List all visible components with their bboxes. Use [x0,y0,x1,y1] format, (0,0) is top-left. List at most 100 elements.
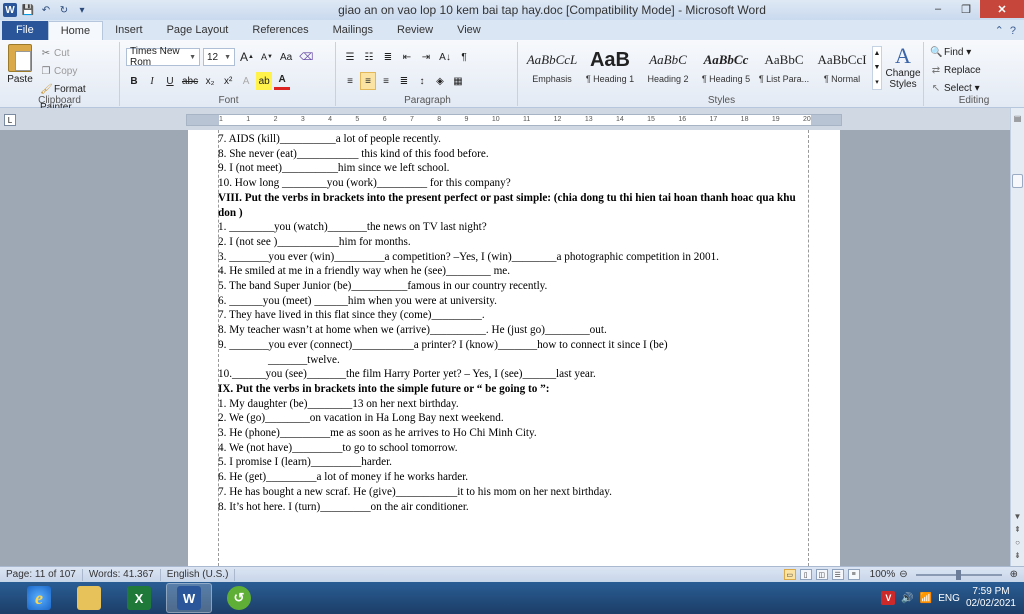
styles-gallery-scroll[interactable]: ▲ ▼ ▾ [872,46,882,90]
replace-button[interactable]: ⇄ Replace [930,62,981,80]
chevron-down-icon[interactable]: ▼ [874,64,881,71]
draft-view-icon[interactable]: ≡ [847,569,860,580]
tab-home[interactable]: Home [47,21,104,40]
zoom-level[interactable]: 100% [870,569,896,580]
text-effects-icon[interactable]: A [238,72,254,90]
print-layout-view-icon[interactable]: ▭ [783,569,796,580]
copy-button[interactable]: ❐ Copy [40,63,119,81]
redo-icon[interactable]: ↻ [57,3,71,17]
sort-button[interactable]: A↓ [437,48,453,66]
select-browse-object-icon[interactable]: ○ [1011,536,1024,549]
paste-button[interactable]: Paste [4,44,36,94]
bullets-icon[interactable]: ☰ [342,48,358,66]
word-app-icon[interactable]: W [3,3,17,17]
italic-button[interactable]: I [144,72,160,90]
zoom-out-icon[interactable]: ⊖ [899,569,907,580]
paragraph-group: ☰ ☷ ≣ ⇤ ⇥ A↓ ¶ ≡ ≡ ≡ ≣ ↕ ◈ ▦ Paragraph [338,42,518,106]
next-page-icon[interactable]: ⇟ [1011,549,1024,562]
web-layout-icon[interactable]: ◫ [815,569,828,580]
volume-icon[interactable]: 🔊 [901,593,913,604]
grow-font-button[interactable]: A ▲ [238,48,256,66]
language-indicator[interactable]: English (U.S.) [161,568,236,581]
minimize-button[interactable]: – [924,0,952,18]
tab-insert[interactable]: Insert [103,21,155,40]
exercise-line: 4. He smiled at me in a friendly way whe… [218,265,511,278]
close-button[interactable]: ✕ [980,0,1024,18]
previous-page-icon[interactable]: ⇞ [1011,523,1024,536]
tab-view[interactable]: View [445,21,493,40]
clock[interactable]: 7:59 PM 02/02/2021 [966,586,1016,610]
font-size-combo[interactable]: 12 ▼ [203,48,235,66]
justify-icon[interactable]: ≣ [396,72,412,90]
zoom-slider-thumb[interactable] [955,569,961,580]
align-center-icon[interactable]: ≡ [360,72,376,90]
network-icon[interactable]: 📶 [920,593,932,604]
taskbar-green-app[interactable]: ↺ [216,583,262,613]
zoom-slider[interactable] [915,569,1002,580]
line-spacing-icon[interactable]: ↕ [414,72,430,90]
style-normal[interactable]: AaBbCcI ¶ Normal [814,46,870,90]
save-icon[interactable]: 💾 [21,3,35,17]
scroll-thumb[interactable] [1012,174,1023,188]
taskbar-word[interactable]: W [166,583,212,613]
increase-indent-icon[interactable]: ⇥ [418,48,434,66]
show-formatting-button[interactable]: ¶ [456,48,472,66]
minimize-ribbon-icon[interactable]: ⌃ [995,24,1004,37]
folder-icon [77,586,101,610]
full-screen-reading-icon[interactable]: ▯ [799,569,812,580]
help-icon[interactable]: ? [1010,25,1016,37]
document-text[interactable]: 7. AIDS (kill)__________a lot of people … [218,132,806,514]
more-icon[interactable]: ▾ [875,78,879,86]
shading-icon[interactable]: ◈ [432,72,448,90]
style-heading-5[interactable]: AaBbCc ¶ Heading 5 [698,46,754,90]
multilevel-list-icon[interactable]: ≣ [380,48,396,66]
chevron-up-icon[interactable]: ▲ [874,50,881,57]
horizontal-ruler[interactable]: 1 1 2 3 4 5 6 7 8 9 10 11 12 13 14 15 16 17 18 19 20 [186,114,842,126]
tab-mailings[interactable]: Mailings [321,21,385,40]
style-emphasis[interactable]: AaBbCcL Emphasis [524,46,580,90]
tab-review[interactable]: Review [385,21,445,40]
change-styles-button[interactable]: A Change Styles [884,44,922,91]
align-left-icon[interactable]: ≡ [342,72,358,90]
restore-button[interactable]: ❐ [952,0,980,18]
subscript-button[interactable]: x₂ [202,72,218,90]
input-language[interactable]: ENG [938,593,960,604]
tab-selector-icon[interactable]: L [4,114,16,126]
word-count[interactable]: Words: 41.367 [83,568,161,581]
highlight-button[interactable]: ab [256,72,273,90]
tab-references[interactable]: References [240,21,320,40]
zoom-in-icon[interactable]: ⊕ [1010,569,1018,580]
style-heading-2[interactable]: AaBbC Heading 2 [640,46,696,90]
style-heading-1[interactable]: AaB ¶ Heading 1 [582,46,638,90]
outline-view-icon[interactable]: ☰ [831,569,844,580]
shrink-font-button[interactable]: A ▼ [259,48,275,66]
change-case-button[interactable]: Aa [278,48,294,66]
bold-button[interactable]: B [126,72,142,90]
antivirus-tray-icon[interactable]: V [881,591,896,605]
font-color-button[interactable]: A [274,72,291,90]
find-button[interactable]: 🔍 Find ▾ [930,44,981,62]
font-name-combo[interactable]: Times New Rom ▼ [126,46,200,68]
borders-icon[interactable]: ▦ [450,72,466,90]
strikethrough-button[interactable]: abc [180,72,200,90]
superscript-button[interactable]: x² [220,72,236,90]
taskbar-file-explorer[interactable] [66,583,112,613]
decrease-indent-icon[interactable]: ⇤ [399,48,415,66]
customize-qat-icon[interactable]: ▾ [75,3,89,17]
ruler-toggle-icon[interactable]: ▤ [1011,112,1024,125]
page-count[interactable]: Page: 11 of 107 [0,568,83,581]
tab-file[interactable]: File [2,21,48,40]
scroll-down-icon[interactable]: ▼ [1011,510,1024,523]
clear-formatting-icon[interactable]: ⌫ [297,48,315,66]
document-page[interactable]: 7. AIDS (kill)__________a lot of people … [188,130,840,566]
cut-button[interactable]: ✂ Cut [40,45,119,63]
vertical-scrollbar[interactable]: ▤ ▼ ⇞ ○ ⇟ [1010,108,1024,566]
taskbar-excel[interactable]: X [116,583,162,613]
align-right-icon[interactable]: ≡ [378,72,394,90]
underline-button[interactable]: U [162,72,178,90]
tab-page-layout[interactable]: Page Layout [155,21,241,40]
numbering-icon[interactable]: ☷ [361,48,377,66]
style-list-paragraph[interactable]: AaBbC ¶ List Para... [756,46,812,90]
undo-icon[interactable]: ↶ [39,3,53,17]
taskbar-internet-explorer[interactable]: e [16,583,62,613]
